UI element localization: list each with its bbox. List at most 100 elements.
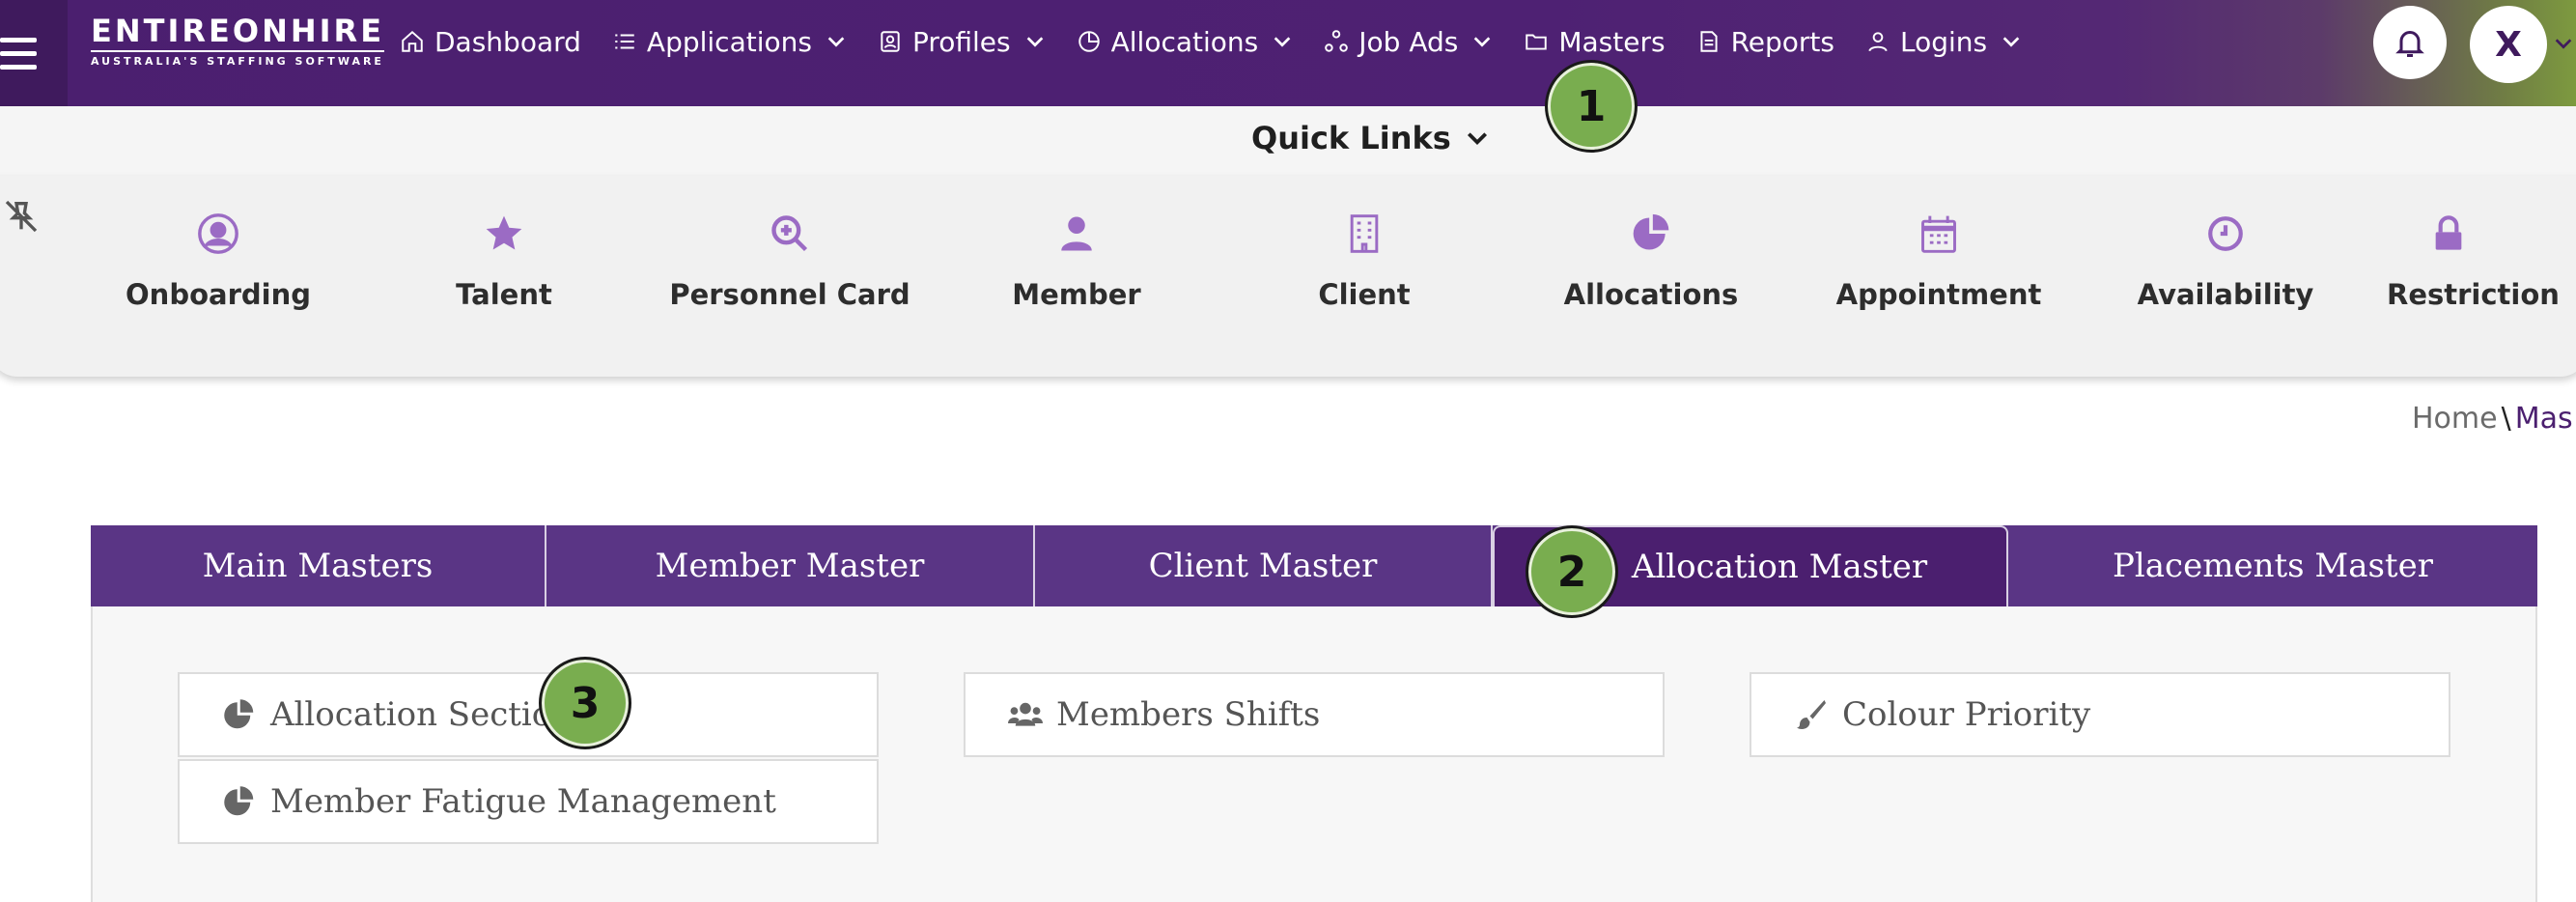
quick-link-appointment[interactable]: Appointment: [1813, 211, 2064, 311]
nav-allocations[interactable]: Allocations: [1077, 26, 1294, 58]
search-plus-icon: [767, 211, 813, 257]
tab-member-master[interactable]: Member Master: [546, 525, 1035, 606]
pie-chart-icon: [222, 784, 257, 819]
breadcrumb-home-link[interactable]: Home: [2412, 402, 2498, 436]
breadcrumb: Home \ Mas: [2412, 402, 2573, 436]
button-label: Members Shifts: [1056, 695, 1321, 734]
master-tabs: Main Masters Member Master Client Master…: [91, 525, 2537, 606]
quick-link-label: Personnel Card: [669, 278, 910, 311]
tab-label: Allocation Master: [1631, 548, 1928, 586]
nav-masters[interactable]: Masters: [1524, 25, 1666, 58]
member-fatigue-management-button[interactable]: Member Fatigue Management: [178, 759, 879, 844]
step-marker-number: 1: [1576, 81, 1607, 131]
tab-label: Placements Master: [2113, 547, 2433, 585]
quick-link-restriction[interactable]: Restriction: [2387, 211, 2576, 311]
logo-tagline: AUSTRALIA'S STAFFING SOFTWARE: [91, 50, 385, 68]
avatar-initial: X: [2495, 24, 2522, 65]
step-marker-number: 3: [570, 678, 601, 728]
chevron-down-icon: [1024, 31, 1046, 52]
quick-link-availability[interactable]: Availability: [2100, 211, 2351, 311]
tab-client-master[interactable]: Client Master: [1035, 525, 1493, 606]
quick-link-label: Availability: [2137, 278, 2314, 311]
quick-link-label: Allocations: [1563, 278, 1739, 311]
nav-applications[interactable]: Applications: [612, 26, 847, 58]
step-marker-1: 1: [1545, 60, 1638, 153]
nav-allocations-label: Allocations: [1110, 25, 1259, 58]
brand-logo[interactable]: ENTIREONHIRE AUSTRALIA'S STAFFING SOFTWA…: [91, 13, 385, 68]
nav-masters-label: Masters: [1558, 25, 1666, 58]
quick-link-label: Client: [1318, 278, 1411, 311]
tab-label: Member Master: [655, 547, 925, 585]
quick-link-label: Onboarding: [126, 278, 311, 311]
allocation-sections-button[interactable]: Allocation Sections: [178, 672, 879, 757]
quick-link-allocations[interactable]: Allocations: [1526, 211, 1777, 311]
home-icon: [400, 29, 425, 54]
quick-link-label: Restriction: [2387, 278, 2560, 311]
step-marker-2: 2: [1526, 525, 1618, 618]
quick-link-member[interactable]: Member: [951, 211, 1202, 311]
nav-reports-label: Reports: [1730, 25, 1834, 58]
nav-logins[interactable]: Logins: [1865, 26, 2022, 58]
tab-label: Main Masters: [202, 547, 434, 585]
document-icon: [1696, 29, 1722, 54]
user-circle-icon: [195, 211, 241, 257]
quick-link-label: Appointment: [1835, 278, 2042, 311]
id-badge-icon: [878, 29, 903, 54]
lock-icon: [2429, 211, 2468, 257]
quick-links-toggle[interactable]: Quick Links: [1251, 120, 1490, 156]
main-nav: Dashboard Applications Profiles Allocati…: [400, 0, 2053, 83]
tab-main-masters[interactable]: Main Masters: [91, 525, 546, 606]
nav-dashboard[interactable]: Dashboard: [400, 26, 581, 58]
chevron-down-icon: [1471, 31, 1493, 52]
chevron-down-icon: [1272, 31, 1293, 52]
paint-brush-icon: [1794, 697, 1829, 732]
users-icon: [1008, 697, 1043, 732]
nav-logins-label: Logins: [1899, 25, 1988, 58]
folder-icon: [1524, 29, 1549, 54]
breadcrumb-separator: \: [2501, 402, 2511, 436]
chevron-down-icon[interactable]: [2553, 33, 2574, 54]
quick-link-client[interactable]: Client: [1239, 211, 1490, 311]
logo-text: ENTIREONHIRE: [91, 13, 385, 49]
quick-link-personnel-card[interactable]: Personnel Card: [664, 211, 915, 311]
colour-priority-button[interactable]: Colour Priority: [1750, 672, 2450, 757]
quick-link-onboarding[interactable]: Onboarding: [93, 211, 344, 311]
tab-placements-master[interactable]: Placements Master: [2008, 525, 2537, 606]
nav-dashboard-label: Dashboard: [434, 25, 581, 58]
breadcrumb-current: Mas: [2514, 402, 2573, 436]
button-label: Member Fatigue Management: [270, 782, 776, 821]
button-label: Colour Priority: [1842, 695, 2091, 734]
chevron-down-icon: [826, 31, 847, 52]
nav-job-ads-label: Job Ads: [1358, 25, 1459, 58]
quick-link-label: Member: [1012, 278, 1141, 311]
quick-links-title: Quick Links: [1251, 120, 1451, 156]
pie-icon: [1077, 29, 1102, 54]
user-icon: [1053, 211, 1100, 257]
nav-profiles-label: Profiles: [911, 25, 1011, 58]
clock-icon: [2202, 211, 2249, 257]
tab-label: Client Master: [1148, 547, 1378, 585]
user-icon: [1865, 29, 1890, 54]
calendar-icon: [1916, 211, 1962, 257]
network-icon: [1324, 29, 1349, 54]
pie-chart-icon: [1628, 211, 1674, 257]
star-icon: [481, 211, 527, 257]
notification-bell-icon[interactable]: [2373, 6, 2447, 79]
chevron-down-icon: [1465, 126, 1490, 151]
chevron-down-icon: [2001, 31, 2022, 52]
building-icon: [1341, 211, 1387, 257]
nav-job-ads[interactable]: Job Ads: [1324, 26, 1493, 58]
quick-link-label: Talent: [456, 278, 552, 311]
user-avatar[interactable]: X: [2470, 6, 2547, 83]
nav-applications-label: Applications: [646, 25, 812, 58]
hamburger-menu-icon[interactable]: [0, 0, 68, 106]
top-navbar: ENTIREONHIRE AUSTRALIA'S STAFFING SOFTWA…: [0, 0, 2576, 106]
step-marker-number: 2: [1556, 547, 1587, 597]
pie-chart-icon: [222, 697, 257, 732]
nav-profiles[interactable]: Profiles: [878, 26, 1046, 58]
step-marker-3: 3: [539, 657, 631, 749]
quick-link-talent[interactable]: Talent: [378, 211, 630, 311]
nav-reports[interactable]: Reports: [1696, 26, 1834, 58]
members-shifts-button[interactable]: Members Shifts: [964, 672, 1665, 757]
unpin-icon[interactable]: [2, 197, 41, 236]
